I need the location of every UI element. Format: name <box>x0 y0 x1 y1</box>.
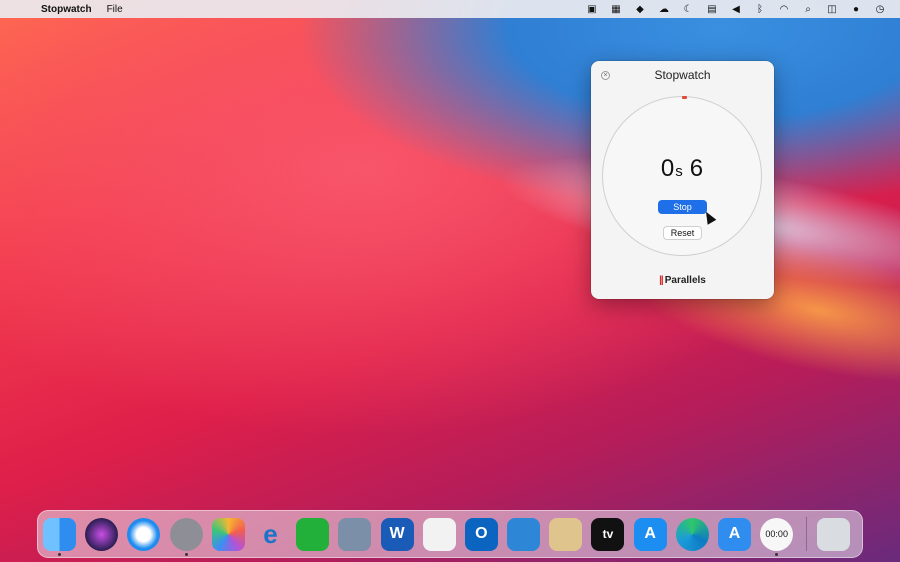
parallels-bars-icon: || <box>659 275 664 286</box>
reset-button[interactable]: Reset <box>663 226 702 240</box>
time-unit: s <box>675 163 684 180</box>
control-center-icon[interactable]: ◫ <box>820 4 844 15</box>
stop-button[interactable]: Stop <box>658 200 707 214</box>
dock-app-store[interactable]: A <box>633 517 667 551</box>
dock-app-store-2[interactable]: A <box>718 517 751 551</box>
menu-app-name[interactable]: Stopwatch <box>41 4 92 15</box>
bluetooth-icon[interactable]: ᛒ <box>748 4 772 15</box>
status-area: ▣ ▦ ◆ ☁ ☾ ▤ ◀ ᛒ ◠ ⌕ ◫ ● ◷ <box>580 4 892 15</box>
dock-trash[interactable] <box>817 517 851 551</box>
dropbox-icon[interactable]: ◆ <box>628 4 652 15</box>
time-tenths: 6 <box>689 155 705 182</box>
dock-apple-tv[interactable]: tv <box>591 517 625 551</box>
running-dot <box>775 552 779 556</box>
dock-xcode[interactable] <box>507 517 541 551</box>
parallels-logo: || Parallels <box>591 275 774 286</box>
dock-separator <box>806 517 808 551</box>
search-icon[interactable]: ⌕ <box>796 4 820 15</box>
siri-icon[interactable]: ● <box>844 4 868 15</box>
menu-bar: Stopwatch File ▣ ▦ ◆ ☁ ☾ ▤ ◀ ᛒ ◠ ⌕ ◫ ● ◷ <box>0 0 900 18</box>
dock-outlook[interactable]: O <box>464 517 498 551</box>
moon-icon[interactable]: ☾ <box>676 4 700 15</box>
flag-us-icon[interactable]: ▤ <box>700 4 724 15</box>
dock-paint[interactable] <box>549 517 583 551</box>
elapsed-time: 0s 6 <box>591 155 774 183</box>
dock-photos[interactable] <box>211 517 245 551</box>
dock: e W O tv A A 00:00 <box>37 510 863 558</box>
brand-name: Parallels <box>664 275 706 286</box>
clock-icon[interactable]: ◷ <box>868 4 892 15</box>
screen-record-icon[interactable]: ▣ <box>580 4 604 15</box>
dock-internet-explorer[interactable]: e <box>254 518 287 551</box>
window-title: Stopwatch <box>654 68 711 82</box>
dock-parallels-desktop[interactable] <box>338 517 372 551</box>
dock-finder[interactable] <box>43 517 76 556</box>
volume-icon[interactable]: ◀ <box>724 4 748 15</box>
dock-word[interactable]: W <box>380 517 414 551</box>
dock-launchpad[interactable] <box>169 517 203 556</box>
stopwatch-window: × Stopwatch 0s 6 Stop Reset || Parallels <box>591 61 774 299</box>
wifi-icon[interactable]: ◠ <box>772 4 796 15</box>
dock-edge[interactable] <box>675 517 709 551</box>
cloud-icon[interactable]: ☁ <box>652 4 676 15</box>
dock-parallels-green[interactable] <box>296 517 330 551</box>
dock-pages[interactable] <box>422 517 456 551</box>
menu-file[interactable]: File <box>107 4 123 15</box>
dock-stopwatch[interactable]: 00:00 <box>760 517 794 556</box>
dock-siri[interactable] <box>85 517 119 551</box>
dial-marker <box>682 96 687 99</box>
time-seconds: 0 <box>660 155 676 182</box>
photo-icon[interactable]: ▦ <box>604 4 628 15</box>
dock-safari[interactable] <box>127 517 161 551</box>
